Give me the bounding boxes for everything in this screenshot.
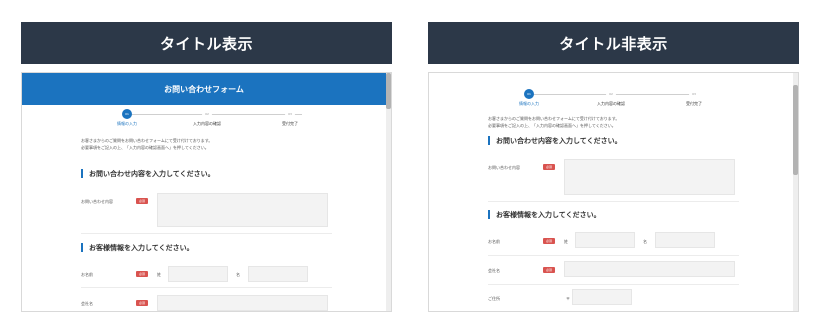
first-name-input[interactable] xyxy=(655,232,715,248)
company-input[interactable] xyxy=(157,295,328,311)
postal-code-input[interactable] xyxy=(572,289,632,305)
step-label: 入力内容の確認 xyxy=(193,121,221,126)
required-badge: 必須 xyxy=(543,238,555,244)
inquiry-textarea[interactable] xyxy=(157,193,328,227)
intro-line: 必要事項をご記入の上、「入力内容の確認画面へ」を押してください。 xyxy=(488,123,616,128)
field-label-address: ご住所 xyxy=(488,296,500,301)
step-label: 情報の入力 xyxy=(117,121,137,126)
last-name-input[interactable] xyxy=(168,266,228,282)
step-number: 01 xyxy=(122,109,132,119)
intro-text: お客さまからのご質問をお問い合わせフォームにて受け付けております。 必要事項をご… xyxy=(22,137,391,151)
step-label: 情報の入力 xyxy=(519,101,539,106)
postal-mark: 〒 xyxy=(566,296,570,301)
step-number: 02 xyxy=(202,109,212,119)
step-indicator: 01 情報の入力 02 入力内容の確認 03 受付完了 xyxy=(429,85,793,115)
first-name-input[interactable] xyxy=(248,266,308,282)
last-name-label: 姓 xyxy=(564,239,568,244)
required-badge: 必須 xyxy=(136,198,148,204)
panel-title-hidden: タイトル非表示 01 情報の入力 02 入力内容の確認 03 受付完了 お客さま… xyxy=(428,22,799,312)
step-indicator: 01 情報の入力 02 入力内容の確認 03 受付完了 xyxy=(22,105,386,135)
divider xyxy=(81,287,332,288)
form-screenshot: 01 情報の入力 02 入力内容の確認 03 受付完了 お客さまからのご質問をお… xyxy=(428,72,799,312)
company-input[interactable] xyxy=(564,261,735,277)
step-1: 01 情報の入力 xyxy=(97,109,157,127)
step-number: 03 xyxy=(689,89,699,99)
step-1: 01 情報の入力 xyxy=(499,89,559,107)
intro-text: お客さまからのご質問をお問い合わせフォームにて受け付けております。 必要事項をご… xyxy=(429,115,798,129)
step-label: 入力内容の確認 xyxy=(597,101,625,106)
section-heading-inquiry: お問い合わせ内容を入力してください。 xyxy=(81,169,215,178)
divider xyxy=(81,233,332,234)
scrollbar-thumb[interactable] xyxy=(386,73,391,109)
step-label: 受付完了 xyxy=(282,121,298,126)
section-heading-customer: お客様情報を入力してください。 xyxy=(81,243,194,252)
form-screenshot: お問い合わせフォーム 01 情報の入力 02 入力内容の確認 03 受付完了 お… xyxy=(21,72,392,312)
required-badge: 必須 xyxy=(136,271,148,277)
form-header: お問い合わせフォーム xyxy=(22,73,386,105)
step-2: 02 入力内容の確認 xyxy=(581,89,641,107)
scrollbar-thumb[interactable] xyxy=(793,85,798,175)
step-2: 02 入力内容の確認 xyxy=(177,109,237,127)
inquiry-textarea[interactable] xyxy=(564,159,735,195)
section-heading-customer: お客様情報を入力してください。 xyxy=(488,210,601,219)
scrollbar[interactable] xyxy=(793,73,798,311)
section-heading-inquiry: お問い合わせ内容を入力してください。 xyxy=(488,136,622,145)
required-badge: 必須 xyxy=(543,267,555,273)
scrollbar[interactable] xyxy=(386,73,391,311)
step-3: 03 受付完了 xyxy=(664,89,724,107)
last-name-label: 姓 xyxy=(157,272,161,277)
intro-line: 必要事項をご記入の上、「入力内容の確認画面へ」を押してください。 xyxy=(81,145,209,150)
step-number: 03 xyxy=(285,109,295,119)
field-label-name: お名前 xyxy=(81,272,93,277)
panel-banner: タイトル非表示 xyxy=(428,22,799,64)
step-number: 01 xyxy=(524,89,534,99)
field-label-company: 会社名 xyxy=(81,301,93,306)
required-badge: 必須 xyxy=(543,164,555,170)
field-label-inquiry: お問い合わせ内容 xyxy=(81,199,113,204)
panel-title-shown: タイトル表示 お問い合わせフォーム 01 情報の入力 02 入力内容の確認 03… xyxy=(21,22,392,312)
divider xyxy=(488,284,739,285)
field-label-company: 会社名 xyxy=(488,268,500,273)
field-label-inquiry: お問い合わせ内容 xyxy=(488,165,520,170)
first-name-label: 名 xyxy=(236,272,240,277)
step-number: 02 xyxy=(606,89,616,99)
first-name-label: 名 xyxy=(643,239,647,244)
last-name-input[interactable] xyxy=(575,232,635,248)
step-3: 03 受付完了 xyxy=(260,109,320,127)
intro-line: お客さまからのご質問をお問い合わせフォームにて受け付けております。 xyxy=(81,138,213,143)
intro-line: お客さまからのご質問をお問い合わせフォームにて受け付けております。 xyxy=(488,116,620,121)
divider xyxy=(488,201,739,202)
panel-banner: タイトル表示 xyxy=(21,22,392,64)
divider xyxy=(488,255,739,256)
required-badge: 必須 xyxy=(136,300,148,306)
step-label: 受付完了 xyxy=(686,101,702,106)
field-label-name: お名前 xyxy=(488,239,500,244)
